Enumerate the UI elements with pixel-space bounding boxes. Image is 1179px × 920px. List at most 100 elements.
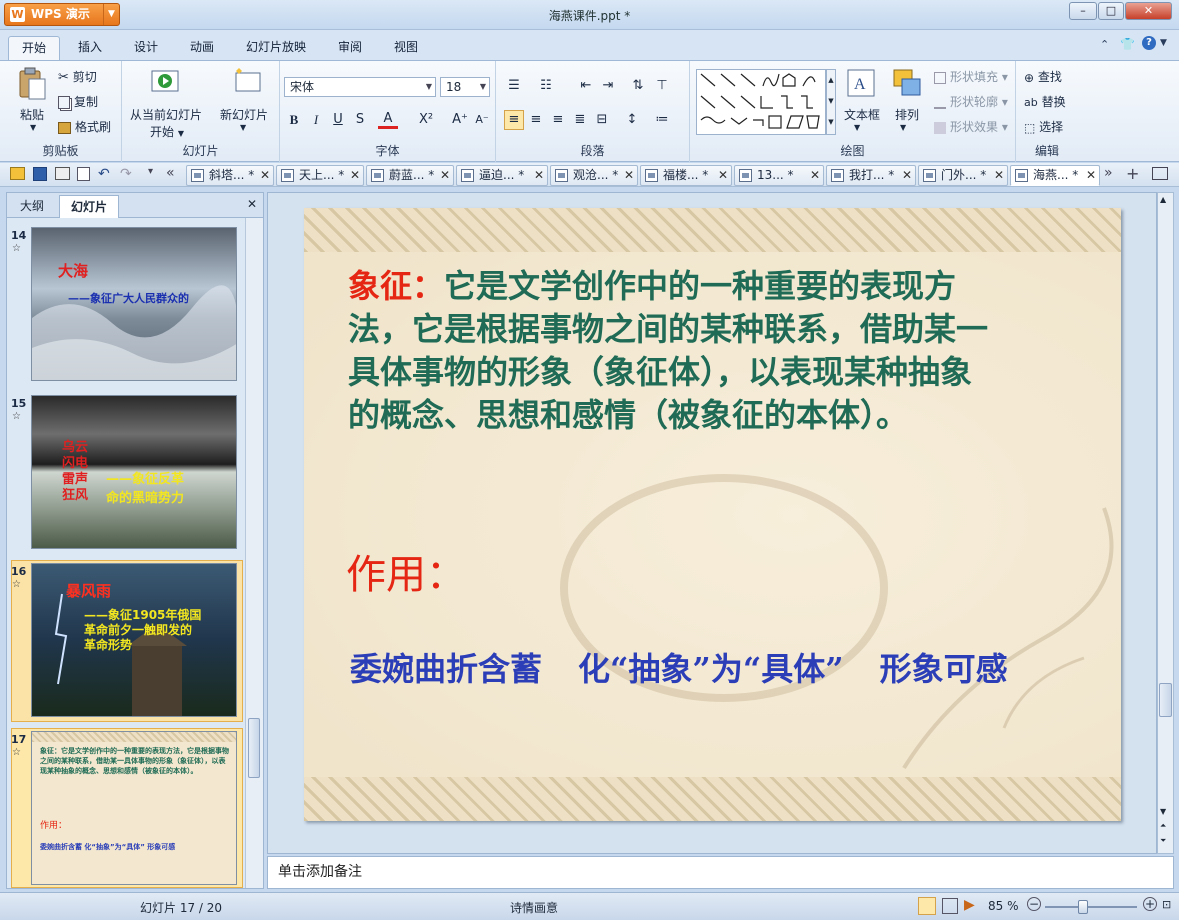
- document-tab[interactable]: 13... * ✕: [734, 165, 824, 186]
- document-tab-active[interactable]: 海燕... * ✕: [1010, 165, 1100, 186]
- document-tab[interactable]: 我打... * ✕: [826, 165, 916, 186]
- font-size-select[interactable]: 18 ▼: [440, 77, 490, 97]
- select-button[interactable]: ⬚ 选择: [1024, 118, 1063, 135]
- arrange-dropdown-icon[interactable]: ▼: [900, 123, 906, 132]
- copy-button[interactable]: 复制: [58, 93, 98, 110]
- close-pane-icon[interactable]: ✕: [247, 197, 257, 211]
- close-icon[interactable]: ✕: [534, 166, 544, 185]
- line-spacing-icon[interactable]: ↕: [622, 110, 642, 130]
- increase-indent-icon[interactable]: ⇥: [598, 76, 618, 96]
- tab-home[interactable]: 开始: [8, 36, 60, 60]
- scroll-down-icon[interactable]: ▼: [1160, 807, 1166, 816]
- format-painter-button[interactable]: 格式刷: [58, 118, 111, 135]
- close-icon[interactable]: ✕: [624, 166, 634, 185]
- slides-pane-scrollbar[interactable]: [245, 218, 263, 888]
- document-tab[interactable]: 斜塔... * ✕: [186, 165, 274, 186]
- justify-button[interactable]: ≣: [570, 110, 590, 130]
- close-window-button[interactable]: ✕: [1125, 2, 1172, 20]
- slide-body-text[interactable]: 象征：它是文学创作中的一种重要的表现方 法，它是根据事物之间的某种联系，借助某一…: [348, 265, 1088, 437]
- close-icon[interactable]: ✕: [1086, 166, 1096, 185]
- close-icon[interactable]: ✕: [994, 166, 1004, 185]
- slide-thumbnail-17[interactable]: 象征：它是文学创作中的一种重要的表现方法，它是根据事物之间的某种联系，借助某一具…: [31, 731, 237, 885]
- slide-thumbnail-16[interactable]: 暴风雨 ——象征1905年俄国 革命前夕一触即发的 革命形势: [31, 563, 237, 717]
- tab-slides[interactable]: 幻灯片: [59, 195, 119, 218]
- slideshow-icon[interactable]: ▶: [964, 897, 975, 913]
- shape-fill-button[interactable]: 形状填充 ▾: [934, 68, 1008, 85]
- underline-button[interactable]: U: [328, 110, 348, 130]
- superscript-icon[interactable]: X²: [416, 110, 436, 130]
- zoom-slider-thumb[interactable]: [1078, 900, 1088, 914]
- ribbon-collapse-icon[interactable]: ⌃: [1100, 38, 1109, 51]
- new-slide-button[interactable]: 新幻灯片: [220, 106, 268, 123]
- open-folder-icon[interactable]: [10, 167, 25, 180]
- from-current-start-label[interactable]: 开始 ▼: [150, 123, 184, 140]
- cut-button[interactable]: ✂ 剪切: [58, 68, 97, 85]
- font-color-icon[interactable]: A: [378, 109, 398, 129]
- notes-input[interactable]: 单击添加备注: [267, 856, 1174, 889]
- help-icon[interactable]: ?: [1142, 36, 1156, 50]
- new-slide-dropdown-icon[interactable]: ▼: [240, 123, 246, 132]
- font-name-select[interactable]: 宋体 ▼: [284, 77, 436, 97]
- fit-window-icon[interactable]: ⊡: [1162, 898, 1171, 911]
- numbering-icon[interactable]: ☷: [536, 76, 556, 96]
- shrink-font-icon[interactable]: A⁻: [472, 110, 492, 130]
- maximize-button[interactable]: □: [1098, 2, 1124, 20]
- shape-effects-button[interactable]: 形状效果 ▾: [934, 118, 1008, 135]
- tabs-scroll-right-icon[interactable]: »: [1104, 165, 1113, 181]
- new-tab-icon[interactable]: +: [1126, 164, 1139, 183]
- tab-insert[interactable]: 插入: [66, 36, 114, 60]
- grow-font-icon[interactable]: A⁺: [450, 110, 470, 130]
- document-tab[interactable]: 观沧... * ✕: [550, 165, 638, 186]
- help-dropdown-icon[interactable]: ▼: [1160, 38, 1167, 48]
- close-icon[interactable]: ✕: [350, 166, 360, 185]
- zoom-in-icon[interactable]: +: [1143, 897, 1157, 911]
- shapes-gallery-scroll[interactable]: ▲ ▼ ▼: [826, 69, 836, 135]
- arrange-button[interactable]: 排列: [895, 106, 919, 123]
- find-button[interactable]: ⊕ 查找: [1024, 68, 1062, 85]
- normal-view-icon[interactable]: [918, 897, 936, 915]
- tabs-scroll-left-icon[interactable]: «: [166, 165, 175, 181]
- minimize-button[interactable]: –: [1069, 2, 1097, 20]
- document-tab[interactable]: 福楼... * ✕: [640, 165, 732, 186]
- close-icon[interactable]: ✕: [260, 166, 270, 185]
- slide-vertical-scrollbar[interactable]: ▲ ▼ ⏶ ⏷: [1157, 192, 1174, 854]
- zoom-out-icon[interactable]: −: [1027, 897, 1041, 911]
- slide-canvas[interactable]: 象征：它是文学创作中的一种重要的表现方 法，它是根据事物之间的某种联系，借助某一…: [304, 208, 1121, 821]
- paste-button[interactable]: 粘贴: [20, 106, 44, 123]
- redo-icon[interactable]: ↷: [120, 166, 132, 182]
- paste-dropdown-icon[interactable]: ▼: [30, 123, 36, 132]
- document-tab[interactable]: 门外... * ✕: [918, 165, 1008, 186]
- shape-outline-button[interactable]: 形状轮廓 ▾: [934, 93, 1008, 110]
- close-icon[interactable]: ✕: [810, 166, 820, 185]
- scroll-thumb[interactable]: [248, 718, 260, 778]
- distribute-button[interactable]: ⊟: [592, 110, 612, 130]
- tab-slideshow[interactable]: 幻灯片放映: [236, 36, 316, 60]
- close-icon[interactable]: ✕: [902, 166, 912, 185]
- zoom-level[interactable]: 85 %: [988, 899, 1019, 913]
- replace-button[interactable]: ab 替换: [1024, 93, 1066, 110]
- close-icon[interactable]: ✕: [440, 166, 450, 185]
- align-center-button[interactable]: ≡: [526, 110, 546, 130]
- tab-list-icon[interactable]: [1152, 167, 1168, 180]
- print-icon[interactable]: [55, 167, 70, 180]
- close-icon[interactable]: ✕: [718, 166, 728, 185]
- text-direction-icon[interactable]: ⇅: [628, 76, 648, 96]
- document-tab[interactable]: 蔚蓝... * ✕: [366, 165, 454, 186]
- columns-icon[interactable]: ≔: [652, 110, 672, 130]
- scroll-up-icon[interactable]: ▲: [1160, 195, 1166, 204]
- tab-animation[interactable]: 动画: [178, 36, 226, 60]
- tab-review[interactable]: 审阅: [326, 36, 374, 60]
- italic-button[interactable]: I: [306, 110, 326, 130]
- slide-sorter-icon[interactable]: [942, 898, 958, 914]
- next-slide-icon[interactable]: ⏷: [1160, 836, 1166, 846]
- align-left-button[interactable]: ≡: [504, 110, 524, 130]
- tab-view[interactable]: 视图: [382, 36, 430, 60]
- slide-thumbnail-15[interactable]: 乌云 闪电 雷声 狂风 ——象征反革 命的黑暗势力: [31, 395, 237, 549]
- undo-icon[interactable]: ↶: [98, 166, 110, 182]
- save-icon[interactable]: [33, 167, 47, 181]
- previous-slide-icon[interactable]: ⏶: [1160, 821, 1166, 831]
- effects-line[interactable]: 委婉曲折含蓄 化“抽象”为“具体” 形象可感: [350, 644, 1090, 690]
- document-tab[interactable]: 天上... * ✕: [276, 165, 364, 186]
- shapes-gallery[interactable]: [696, 69, 826, 135]
- document-tab[interactable]: 逼迫... * ✕: [456, 165, 548, 186]
